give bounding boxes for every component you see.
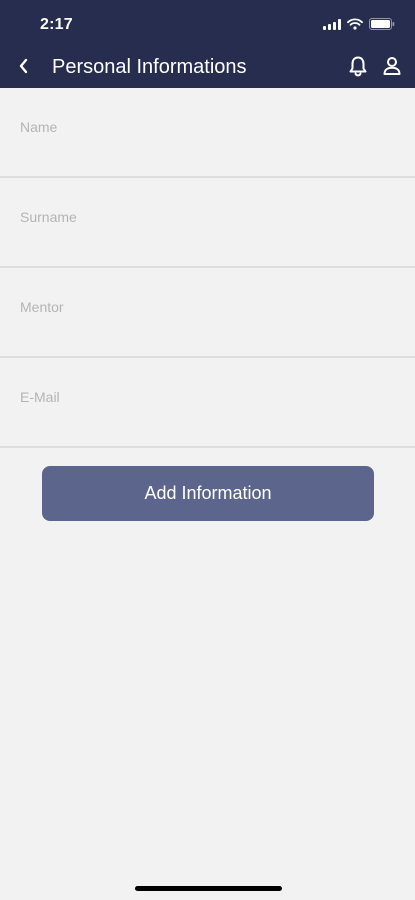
email-field[interactable]: E-Mail	[0, 358, 415, 448]
email-label: E-Mail	[20, 389, 60, 405]
chevron-left-icon	[19, 58, 28, 74]
bell-icon	[349, 56, 367, 77]
battery-icon	[369, 18, 395, 30]
home-indicator[interactable]	[135, 886, 282, 891]
status-icons	[323, 17, 395, 31]
name-label: Name	[20, 119, 58, 135]
email-input[interactable]	[20, 410, 395, 438]
add-information-button[interactable]: Add Information	[42, 466, 374, 521]
surname-field[interactable]: Surname	[0, 178, 415, 268]
mentor-input[interactable]	[20, 320, 395, 348]
name-field[interactable]: Name	[0, 88, 415, 178]
mentor-label: Mentor	[20, 299, 64, 315]
signal-icon	[323, 18, 341, 30]
surname-input[interactable]	[20, 230, 395, 258]
personal-info-form: Name Surname Mentor E-Mail	[0, 88, 415, 448]
status-bar: 2:17	[0, 0, 415, 44]
surname-label: Surname	[20, 209, 77, 225]
mentor-field[interactable]: Mentor	[0, 268, 415, 358]
page-title: Personal Informations	[52, 56, 247, 78]
name-input[interactable]	[20, 140, 395, 168]
user-icon	[383, 57, 401, 75]
nav-bar: Personal Informations	[0, 44, 415, 88]
wifi-icon	[347, 18, 363, 30]
notifications-button[interactable]	[345, 53, 371, 79]
back-button[interactable]	[10, 52, 38, 80]
app-header: 2:17 Personal Informations	[0, 0, 415, 88]
profile-button[interactable]	[379, 53, 405, 79]
status-time: 2:17	[40, 16, 73, 33]
